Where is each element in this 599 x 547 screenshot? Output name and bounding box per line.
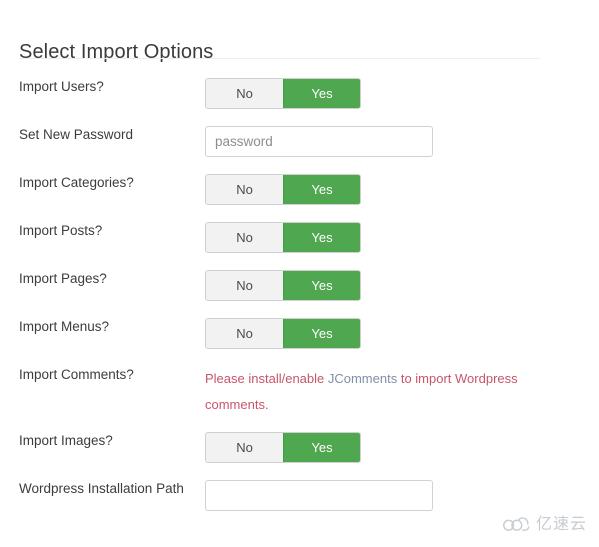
control-set-new-password bbox=[205, 126, 433, 157]
toggle-option-yes[interactable]: Yes bbox=[283, 433, 360, 462]
label-import-images: Import Images? bbox=[19, 433, 113, 448]
form-row-import-categories: Import Categories? No Yes bbox=[0, 174, 599, 222]
control-import-categories: No Yes bbox=[205, 174, 361, 205]
form-row-import-comments: Import Comments? Please install/enable J… bbox=[0, 366, 599, 432]
label-import-users: Import Users? bbox=[19, 79, 104, 94]
form-row-set-new-password: Set New Password bbox=[0, 126, 599, 174]
control-import-posts: No Yes bbox=[205, 222, 361, 253]
import-options-form: Import Users? No Yes Set New Password Im… bbox=[0, 78, 599, 528]
toggle-import-posts[interactable]: No Yes bbox=[205, 222, 361, 253]
toggle-option-no[interactable]: No bbox=[206, 433, 283, 462]
toggle-import-users[interactable]: No Yes bbox=[205, 78, 361, 109]
form-row-import-pages: Import Pages? No Yes bbox=[0, 270, 599, 318]
cloud-logo-icon bbox=[501, 515, 531, 533]
heading-divider bbox=[19, 58, 540, 59]
control-import-users: No Yes bbox=[205, 78, 361, 109]
toggle-option-no[interactable]: No bbox=[206, 223, 283, 252]
label-wordpress-installation-path: Wordpress Installation Path bbox=[19, 481, 184, 496]
page-title: Select Import Options bbox=[19, 40, 214, 63]
label-import-posts: Import Posts? bbox=[19, 223, 103, 238]
toggle-option-no[interactable]: No bbox=[206, 175, 283, 204]
watermark: 亿速云 bbox=[501, 515, 587, 533]
toggle-import-images[interactable]: No Yes bbox=[205, 432, 361, 463]
form-row-import-menus: Import Menus? No Yes bbox=[0, 318, 599, 366]
watermark-text: 亿速云 bbox=[535, 514, 587, 533]
toggle-option-no[interactable]: No bbox=[206, 319, 283, 348]
toggle-option-yes[interactable]: Yes bbox=[283, 175, 360, 204]
label-import-comments: Import Comments? bbox=[19, 367, 134, 382]
toggle-option-yes[interactable]: Yes bbox=[283, 271, 360, 300]
form-row-import-images: Import Images? No Yes bbox=[0, 432, 599, 480]
toggle-option-yes[interactable]: Yes bbox=[283, 319, 360, 348]
form-row-import-posts: Import Posts? No Yes bbox=[0, 222, 599, 270]
warning-text-before: Please install/enable bbox=[205, 371, 328, 386]
toggle-import-pages[interactable]: No Yes bbox=[205, 270, 361, 301]
label-import-menus: Import Menus? bbox=[19, 319, 110, 334]
control-import-images: No Yes bbox=[205, 432, 361, 463]
import-options-page: Select Import Options Import Users? No Y… bbox=[0, 0, 599, 547]
control-import-pages: No Yes bbox=[205, 270, 361, 301]
control-wordpress-installation-path bbox=[205, 480, 433, 511]
wordpress-path-input[interactable] bbox=[205, 480, 433, 511]
control-import-menus: No Yes bbox=[205, 318, 361, 349]
jcomments-link[interactable]: JComments bbox=[328, 371, 397, 386]
toggle-option-yes[interactable]: Yes bbox=[283, 223, 360, 252]
toggle-import-menus[interactable]: No Yes bbox=[205, 318, 361, 349]
label-set-new-password: Set New Password bbox=[19, 127, 134, 142]
form-row-import-users: Import Users? No Yes bbox=[0, 78, 599, 126]
password-input[interactable] bbox=[205, 126, 433, 157]
toggle-option-no[interactable]: No bbox=[206, 271, 283, 300]
jcomments-warning-message: Please install/enable JComments to impor… bbox=[205, 366, 535, 418]
label-import-pages: Import Pages? bbox=[19, 271, 107, 286]
toggle-option-yes[interactable]: Yes bbox=[283, 79, 360, 108]
toggle-option-no[interactable]: No bbox=[206, 79, 283, 108]
label-import-categories: Import Categories? bbox=[19, 175, 134, 190]
toggle-import-categories[interactable]: No Yes bbox=[205, 174, 361, 205]
